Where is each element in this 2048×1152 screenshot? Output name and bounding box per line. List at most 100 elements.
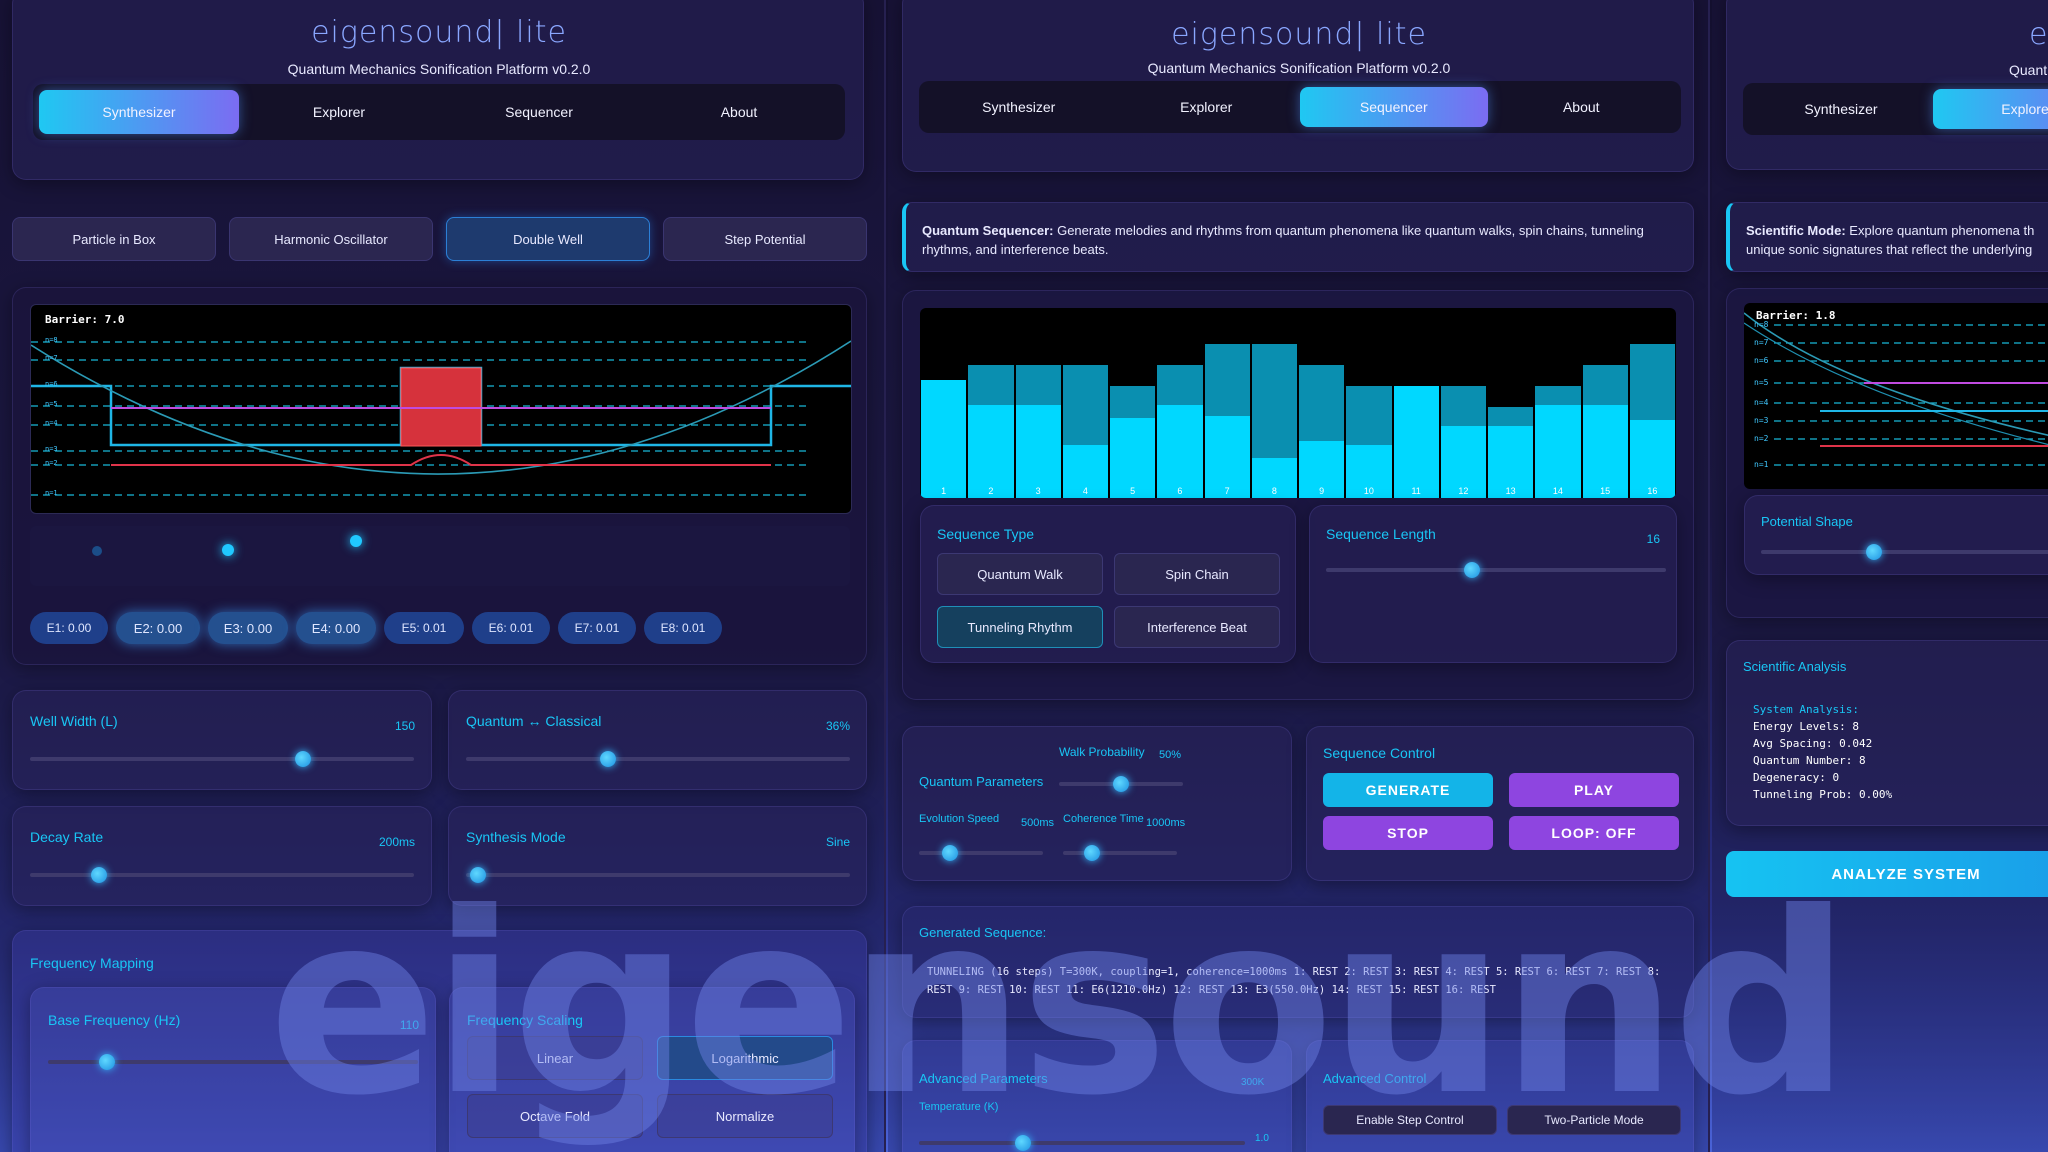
synthesis-mode-slider[interactable] [466,867,850,883]
slider-knob[interactable] [91,867,108,883]
analysis-line: System Analysis: [1753,703,1859,716]
quantum-classical-slider[interactable] [466,751,850,767]
step-bar-16[interactable]: 16 [1629,344,1675,498]
step-bar-9[interactable]: 9 [1299,365,1345,498]
scaling-logarithmic[interactable]: Logarithmic [657,1036,833,1080]
info-bold: Scientific Mode: [1746,223,1846,238]
type-interference-beat[interactable]: Interference Beat [1114,606,1280,648]
tab-explorer[interactable]: Explore [1933,89,2048,129]
temperature-slider[interactable] [919,1135,1245,1151]
scaling-normalize[interactable]: Normalize [657,1094,833,1138]
slider-knob[interactable] [294,751,311,767]
step-bar-6[interactable]: 6 [1157,365,1203,498]
potential-shape-slider[interactable] [1761,544,2048,560]
synthesizer-screen: eigensound| lite Quantum Mechanics Sonif… [0,0,884,1152]
coherence-time-slider[interactable] [1063,845,1177,861]
scaling-linear[interactable]: Linear [467,1036,643,1080]
slider-knob[interactable] [1866,544,1883,560]
step-bar-overlay [1629,344,1675,421]
explorer-info: Scientific Mode: Explore quantum phenome… [1746,221,2048,259]
step-bar-1[interactable]: 1 [921,380,967,498]
analyze-system-button[interactable]: ANALYZE SYSTEM [1726,851,2048,897]
tab-sequencer[interactable]: Sequencer [1300,87,1488,127]
step-bar-overlay [968,365,1014,405]
step-bar-overlay [1110,385,1156,419]
info-text: Explore quantum phenomena th [1845,223,2035,238]
step-bar-3[interactable]: 3 [1015,365,1061,498]
step-bar-overlay [1346,385,1392,445]
type-quantum-walk[interactable]: Quantum Walk [937,553,1103,595]
potential-harmonic-oscillator[interactable]: Harmonic Oscillator [229,217,433,261]
energy-chip-e2: E2: 0.00 [116,612,200,644]
step-bar-5[interactable]: 5 [1110,385,1156,498]
sequence-control-card: Sequence Control GENERATE PLAY STOP LOOP… [1306,726,1694,881]
step-bar-overlay [1535,385,1581,405]
slider-knob[interactable] [1083,845,1100,861]
slider-knob[interactable] [99,1054,116,1070]
generated-sequence-card: Generated Sequence: TUNNELING (16 steps)… [902,906,1694,1018]
type-tunneling-rhythm[interactable]: Tunneling Rhythm [937,606,1103,648]
step-label: 9 [1319,486,1325,496]
potential-particle-in-box[interactable]: Particle in Box [12,217,216,261]
step-label: 1 [941,486,947,496]
step-bar-13[interactable]: 13 [1488,406,1534,498]
walk-probability-slider[interactable] [1059,776,1183,792]
step-bar-12[interactable]: 12 [1440,385,1486,498]
tab-about[interactable]: About [1488,87,1676,127]
sequencer-screen: eigensound| lite Quantum Mechanics Sonif… [888,0,1708,1152]
walk-probability-value: 50% [1159,749,1182,761]
sequence-type-label: Sequence Type [937,526,1035,542]
main-tabs: Synthesizer Explore [1743,83,2048,135]
step-bar-2[interactable]: 2 [968,365,1014,498]
slider-knob[interactable] [1113,776,1129,792]
tab-synthesizer[interactable]: Synthesizer [1749,89,1933,129]
step-bar-overlay [1062,365,1108,445]
sequence-length-slider[interactable] [1326,562,1666,578]
base-frequency-slider[interactable] [48,1054,418,1070]
level-label-n4: n=4 [1754,398,1769,407]
coherence-time-label: Coherence Time [1063,813,1144,825]
scaling-octave-fold[interactable]: Octave Fold [467,1094,643,1138]
well-width-slider[interactable] [30,751,414,767]
step-bar-overlay [1204,344,1250,417]
level-label-n2: n=2 [45,459,58,467]
app-subtitle: Quantum Mechanics Sonification Platform … [287,61,591,77]
type-spin-chain[interactable]: Spin Chain [1114,553,1280,595]
slider-knob[interactable] [469,867,486,883]
step-bar-8[interactable]: 8 [1251,344,1297,498]
potential-double-well[interactable]: Double Well [446,217,650,261]
step-bar-11[interactable]: 11 [1393,385,1439,498]
slider-knob[interactable] [1015,1135,1032,1151]
visualizer-card: Barrier: 7.0 n=8 n=7 n=6 n=5 n=4 n=3 n=2… [12,287,867,665]
play-button[interactable]: PLAY [1509,773,1679,807]
step-label: 7 [1224,486,1230,496]
evolution-speed-slider[interactable] [919,845,1043,861]
loop-button[interactable]: LOOP: OFF [1509,816,1679,850]
tab-synthesizer[interactable]: Synthesizer [925,87,1113,127]
enable-step-control-button[interactable]: Enable Step Control [1323,1105,1497,1135]
analysis-line: Energy Levels: 8 [1753,720,1859,733]
slider-knob[interactable] [1464,562,1481,578]
tab-explorer[interactable]: Explorer [1113,87,1301,127]
generate-button[interactable]: GENERATE [1323,773,1493,807]
tab-explorer[interactable]: Explorer [239,90,439,134]
quantum-parameters-card: Walk Probability 50% Quantum Parameters … [902,726,1292,881]
step-bar-15[interactable]: 15 [1582,365,1628,498]
step-bar-14[interactable]: 14 [1535,385,1581,498]
tab-about[interactable]: About [639,90,839,134]
stop-button[interactable]: STOP [1323,816,1493,850]
step-bar-7[interactable]: 7 [1204,344,1250,498]
slider-knob[interactable] [600,751,617,767]
energy-chip-e4: E4: 0.00 [296,612,376,644]
sequencer-main-card: 1 2 3 4 5 6 7 8 9 10 11 12 13 14 15 16 Sequence Type Qu… [902,290,1694,700]
tab-synthesizer[interactable]: Synthesizer [39,90,239,134]
tab-sequencer[interactable]: Sequencer [439,90,639,134]
step-label: 6 [1177,486,1183,496]
decay-rate-slider[interactable] [30,867,414,883]
potential-step[interactable]: Step Potential [663,217,867,261]
two-particle-mode-button[interactable]: Two-Particle Mode [1507,1105,1681,1135]
step-bar-4[interactable]: 4 [1062,365,1108,498]
step-bar-10[interactable]: 10 [1346,385,1392,498]
slider-knob[interactable] [942,845,958,861]
particle-dot [222,544,234,556]
